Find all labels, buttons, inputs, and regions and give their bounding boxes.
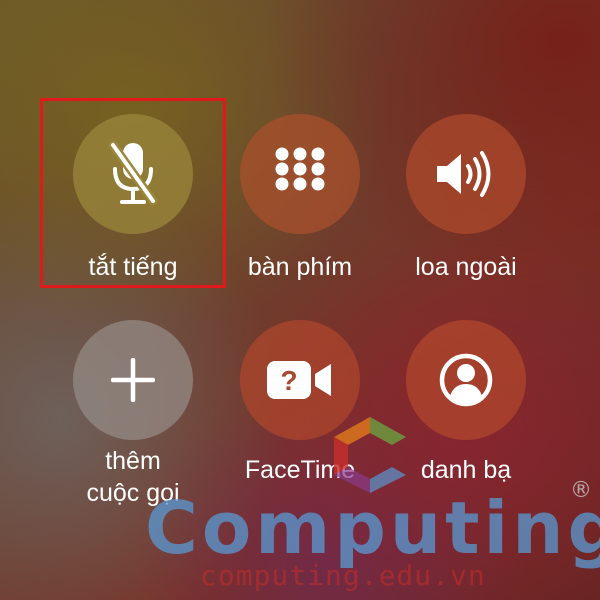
plus-icon [111,358,155,402]
speaker-icon [435,150,497,198]
contacts-button[interactable] [406,320,526,440]
mute-button[interactable] [73,114,193,234]
mute-label: tắt tiếng [88,253,178,281]
speaker-label: loa ngoài [415,253,517,281]
add-call-label-line1: thêm [105,447,161,475]
svg-text:?: ? [280,365,297,396]
contacts-icon [438,352,494,408]
keypad-label: bàn phím [247,253,353,281]
mic-muted-icon [107,139,159,209]
watermark-url: computing.edu.vn [200,559,486,592]
keypad-button[interactable] [240,114,360,234]
contacts-label: danh bạ [420,456,512,484]
speaker-button[interactable] [406,114,526,234]
watermark-brand: Computing [145,486,600,570]
watermark-registered-mark: ® [570,478,592,503]
facetime-unknown-icon: ? [265,357,335,403]
keypad-icon [273,147,327,201]
add-call-button[interactable] [73,320,193,440]
